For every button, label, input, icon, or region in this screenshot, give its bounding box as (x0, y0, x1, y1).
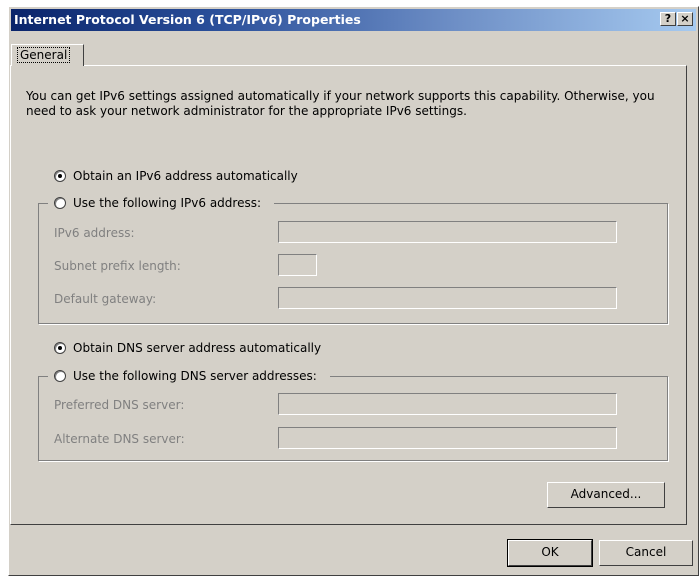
default-gateway-field[interactable] (278, 287, 617, 309)
description-text: You can get IPv6 settings assigned autom… (26, 89, 655, 118)
ok-button[interactable]: OK (507, 539, 593, 567)
tab-general[interactable]: General (11, 44, 84, 66)
default-gateway-label: Default gateway: (54, 292, 157, 306)
alternate-dns-field[interactable] (278, 427, 617, 449)
title-bar[interactable]: Internet Protocol Version 6 (TCP/IPv6) P… (11, 9, 696, 31)
use-following-dns-label[interactable]: Use the following DNS server addresses: (73, 369, 317, 383)
preferred-dns-field[interactable] (278, 393, 617, 415)
close-button[interactable]: × (677, 12, 693, 26)
subnet-prefix-length-label: Subnet prefix length: (54, 259, 181, 273)
ipv6-address-label: IPv6 address: (54, 226, 135, 240)
use-following-dns-radio[interactable] (54, 370, 66, 382)
window-title: Internet Protocol Version 6 (TCP/IPv6) P… (14, 12, 361, 27)
cancel-button[interactable]: Cancel (599, 540, 693, 566)
use-following-ipv6-radio[interactable] (54, 197, 66, 209)
ipv6-address-field[interactable] (278, 221, 617, 243)
obtain-ipv6-auto-label[interactable]: Obtain an IPv6 address automatically (73, 169, 298, 183)
alternate-dns-label: Alternate DNS server: (54, 432, 185, 446)
preferred-dns-label: Preferred DNS server: (54, 398, 185, 412)
help-button[interactable]: ? (660, 12, 676, 26)
obtain-dns-auto-radio[interactable] (54, 342, 66, 354)
subnet-prefix-length-field[interactable] (278, 254, 317, 276)
use-following-ipv6-label[interactable]: Use the following IPv6 address: (73, 196, 261, 210)
obtain-ipv6-auto-radio[interactable] (54, 170, 66, 182)
advanced-button[interactable]: Advanced... (547, 482, 665, 508)
tab-general-label: General (17, 47, 71, 63)
obtain-dns-auto-label[interactable]: Obtain DNS server address automatically (73, 341, 321, 355)
